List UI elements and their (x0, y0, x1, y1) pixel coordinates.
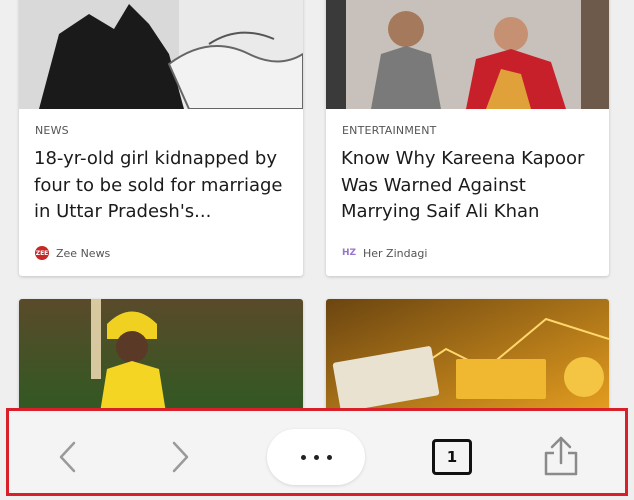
source-name: Zee News (56, 246, 111, 260)
share-button[interactable] (537, 431, 585, 481)
article-thumbnail (326, 299, 609, 419)
share-icon (544, 436, 578, 476)
headline-line: four to be sold for marriage (34, 174, 283, 196)
headline-line: in Uttar Pradesh's... (34, 201, 212, 222)
tabs-button[interactable]: 1 (432, 439, 472, 475)
article-category: ENTERTAINMENT (342, 124, 437, 137)
article-headline[interactable]: 18-yr-old girl kidnapped by four to be s… (34, 146, 291, 226)
article-headline[interactable]: Know Why Kareena Kapoor Was Warned Again… (341, 146, 597, 226)
news-card[interactable]: ENTERTAINMENT Know Why Kareena Kapoor Wa… (326, 0, 609, 276)
article-source: HZ Her Zindagi (342, 246, 427, 260)
headline-line: Know Why Kareena Kapoor (341, 148, 585, 169)
tab-count: 1 (446, 448, 458, 466)
her-zindagi-logo: HZ (341, 248, 357, 258)
forward-button[interactable] (161, 433, 201, 481)
back-button[interactable] (47, 433, 87, 481)
news-card[interactable] (19, 299, 303, 419)
news-card[interactable] (326, 299, 609, 419)
news-card[interactable]: NEWS 18-yr-old girl kidnapped by four to… (19, 0, 303, 276)
article-thumbnail (19, 299, 303, 419)
headline-line: Marrying Saif Ali Khan (341, 201, 540, 222)
more-dots-icon (326, 454, 332, 460)
chevron-left-icon (59, 441, 76, 473)
more-dots-icon (300, 454, 306, 460)
zee-news-logo: ZEE (35, 246, 49, 260)
article-category: NEWS (35, 124, 69, 137)
more-dots-icon (313, 454, 319, 460)
article-thumbnail (19, 0, 303, 109)
news-feed-page: NEWS 18-yr-old girl kidnapped by four to… (0, 0, 634, 500)
more-options-button[interactable] (267, 429, 365, 485)
source-name: Her Zindagi (363, 246, 428, 260)
headline-line: 18-yr-old girl kidnapped by (34, 148, 277, 169)
article-source: ZEE Zee News (35, 246, 110, 260)
headline-line: Was Warned Against (341, 174, 526, 196)
chevron-right-icon (172, 441, 189, 473)
bottom-toolbar: 1 (6, 408, 628, 496)
article-thumbnail (326, 0, 609, 109)
